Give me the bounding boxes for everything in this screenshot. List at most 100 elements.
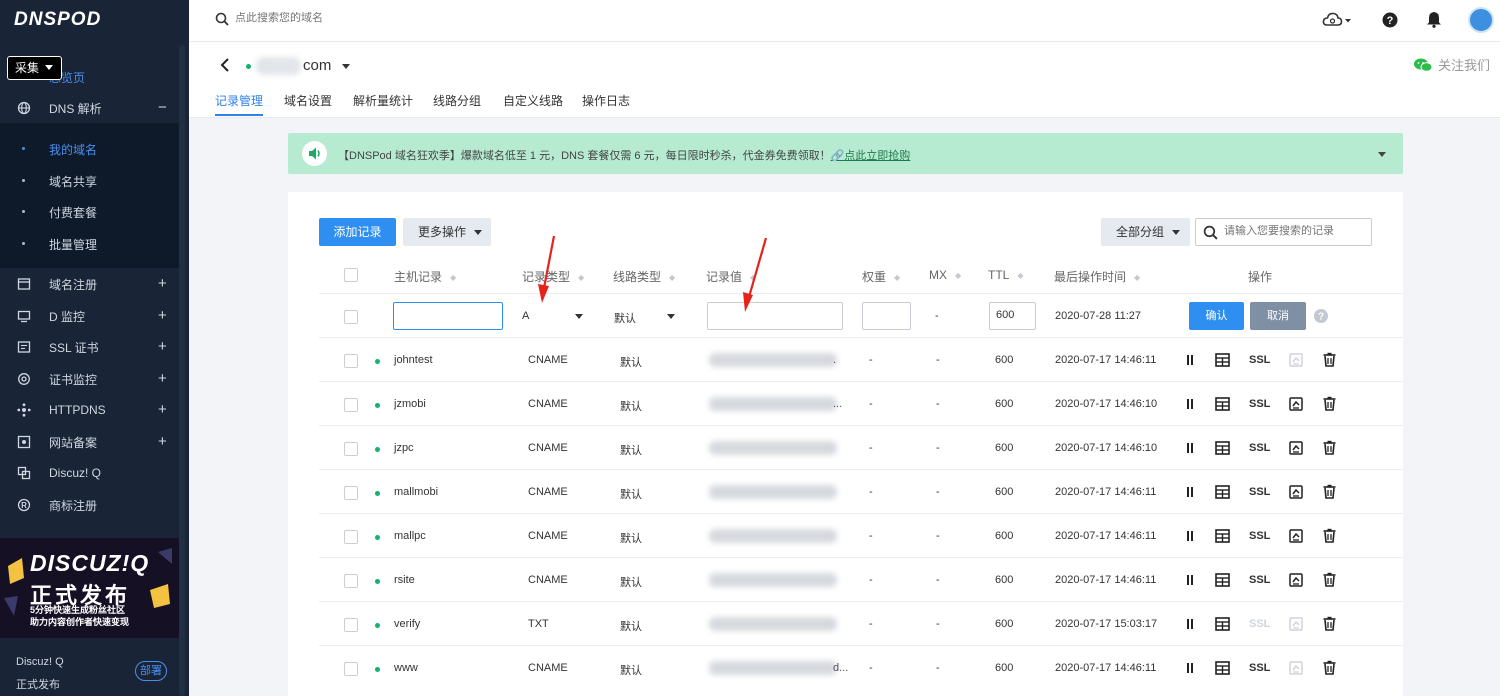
sidebar-item-domain-register[interactable]: 域名注册 + [0, 269, 179, 299]
sidebar-item-ssl[interactable]: SSL 证书 + [0, 332, 179, 362]
trash-icon[interactable] [1323, 572, 1336, 587]
help-icon[interactable]: ? [1314, 309, 1328, 323]
expand-icon[interactable]: + [158, 402, 167, 417]
column-header-mx[interactable]: MX ◆ [929, 268, 961, 282]
sidebar-item-d-monitor[interactable]: D 监控 + [0, 301, 179, 331]
confirm-button[interactable]: 确认 [1189, 302, 1244, 330]
tab-query-stats[interactable]: 解析量统计 [353, 92, 413, 116]
cell-host[interactable]: www [394, 662, 418, 674]
pause-icon[interactable] [1186, 354, 1194, 366]
column-header-weight[interactable]: 权重 ◆ [862, 268, 900, 285]
ssl-button[interactable]: SSL [1249, 618, 1270, 630]
row-checkbox[interactable] [344, 574, 358, 588]
cell-host[interactable]: verify [394, 618, 420, 630]
expand-icon[interactable]: + [158, 308, 167, 323]
more-actions-dropdown[interactable]: 更多操作 [403, 218, 491, 246]
record-search-box[interactable] [1195, 218, 1372, 246]
domain-switch-caret-icon[interactable] [342, 64, 350, 69]
column-header-ttl[interactable]: TTL ◆ [988, 268, 1024, 282]
record-type-select[interactable]: A [522, 310, 583, 322]
cloud-icon[interactable] [1322, 11, 1352, 29]
edit-note-icon[interactable] [1289, 529, 1303, 543]
ssl-button[interactable]: SSL [1249, 662, 1270, 674]
edit-note-icon[interactable] [1289, 617, 1303, 631]
tab-line-groups[interactable]: 线路分组 [433, 92, 481, 116]
sidebar-item-my-domains[interactable]: 我的域名 [0, 137, 179, 161]
sidebar-item-trademark[interactable]: R 商标注册 [0, 490, 179, 520]
column-header-time[interactable]: 最后操作时间 ◆ [1054, 268, 1140, 285]
column-header-host[interactable]: 主机记录 ◆ [394, 268, 456, 285]
row-checkbox[interactable] [344, 310, 358, 324]
collect-dropdown[interactable]: 采集 [7, 56, 62, 80]
deploy-button[interactable]: 部署 [135, 661, 167, 681]
row-checkbox[interactable] [344, 398, 358, 412]
row-checkbox[interactable] [344, 530, 358, 544]
ssl-button[interactable]: SSL [1249, 574, 1270, 586]
remark-icon[interactable] [1215, 397, 1230, 411]
back-arrow-icon[interactable] [219, 57, 231, 73]
remark-icon[interactable] [1215, 441, 1230, 455]
trash-icon[interactable] [1323, 440, 1336, 455]
domain-search-input[interactable] [235, 12, 535, 24]
trash-icon[interactable] [1323, 660, 1336, 675]
tab-record-management[interactable]: 记录管理 [215, 92, 264, 116]
cancel-button[interactable]: 取消 [1250, 302, 1306, 330]
cell-host[interactable]: rsite [394, 574, 415, 586]
trash-icon[interactable] [1323, 616, 1336, 631]
sidebar-scrollbar[interactable] [179, 45, 185, 696]
edit-note-icon[interactable] [1289, 397, 1303, 411]
weight-input[interactable] [862, 302, 911, 330]
row-checkbox[interactable] [344, 354, 358, 368]
sidebar-item-icp[interactable]: 网站备案 + [0, 427, 179, 457]
ssl-button[interactable]: SSL [1249, 398, 1270, 410]
app-logo[interactable]: DNSPOD [14, 9, 101, 31]
row-checkbox[interactable] [344, 486, 358, 500]
remark-icon[interactable] [1215, 529, 1230, 543]
notice-link[interactable]: 🔗点此立即抢购 [831, 150, 911, 162]
row-checkbox[interactable] [344, 442, 358, 456]
sidebar-item-paid-plan[interactable]: 付费套餐 [0, 200, 179, 224]
expand-icon[interactable]: + [158, 434, 167, 449]
pause-icon[interactable] [1186, 398, 1194, 410]
expand-icon[interactable]: + [158, 276, 167, 291]
discuz-promo-banner[interactable]: DISCUZ!Q 正式发布 5分钟快速生成粉丝社区 助力内容创作者快速变现 [0, 538, 179, 638]
sidebar-item-discuz[interactable]: Discuz! Q [0, 458, 179, 488]
tab-custom-lines[interactable]: 自定义线路 [503, 92, 563, 116]
remark-icon[interactable] [1215, 661, 1230, 675]
edit-note-icon[interactable] [1289, 661, 1303, 675]
sidebar-item-batch[interactable]: 批量管理 [0, 232, 179, 256]
row-checkbox[interactable] [344, 662, 358, 676]
tab-operation-log[interactable]: 操作日志 [582, 92, 630, 116]
trash-icon[interactable] [1323, 396, 1336, 411]
bell-icon[interactable] [1426, 11, 1442, 28]
tab-domain-settings[interactable]: 域名设置 [284, 92, 332, 116]
sidebar-item-httpdns[interactable]: HTTPDNS + [0, 395, 179, 425]
record-search-input[interactable] [1224, 225, 1364, 237]
pause-icon[interactable] [1186, 530, 1194, 542]
pause-icon[interactable] [1186, 442, 1194, 454]
remark-icon[interactable] [1215, 573, 1230, 587]
ssl-button[interactable]: SSL [1249, 442, 1270, 454]
ttl-input[interactable]: 600 [989, 302, 1036, 330]
edit-note-icon[interactable] [1289, 485, 1303, 499]
remark-icon[interactable] [1215, 617, 1230, 631]
ssl-button[interactable]: SSL [1249, 486, 1270, 498]
help-icon[interactable]: ? [1382, 12, 1398, 28]
ssl-button[interactable]: SSL [1249, 530, 1270, 542]
column-header-line[interactable]: 线路类型 ◆ [613, 268, 675, 285]
ssl-button[interactable]: SSL [1249, 354, 1270, 366]
pause-icon[interactable] [1186, 618, 1194, 630]
sidebar-item-domain-share[interactable]: 域名共享 [0, 169, 179, 193]
cell-host[interactable]: mallpc [394, 530, 426, 542]
collapse-icon[interactable]: − [158, 100, 167, 115]
group-filter-dropdown[interactable]: 全部分组 [1101, 218, 1190, 246]
add-record-button[interactable]: 添加记录 [319, 218, 396, 246]
column-header-type[interactable]: 记录类型 ◆ [522, 268, 584, 285]
sidebar-item-cert-monitor[interactable]: 证书监控 + [0, 364, 179, 394]
cell-host[interactable]: jzpc [394, 442, 414, 454]
pause-icon[interactable] [1186, 662, 1194, 674]
record-value-input[interactable] [707, 302, 843, 330]
edit-note-icon[interactable] [1289, 573, 1303, 587]
edit-note-icon[interactable] [1289, 353, 1303, 367]
column-header-value[interactable]: 记录值 ◆ [706, 268, 756, 285]
